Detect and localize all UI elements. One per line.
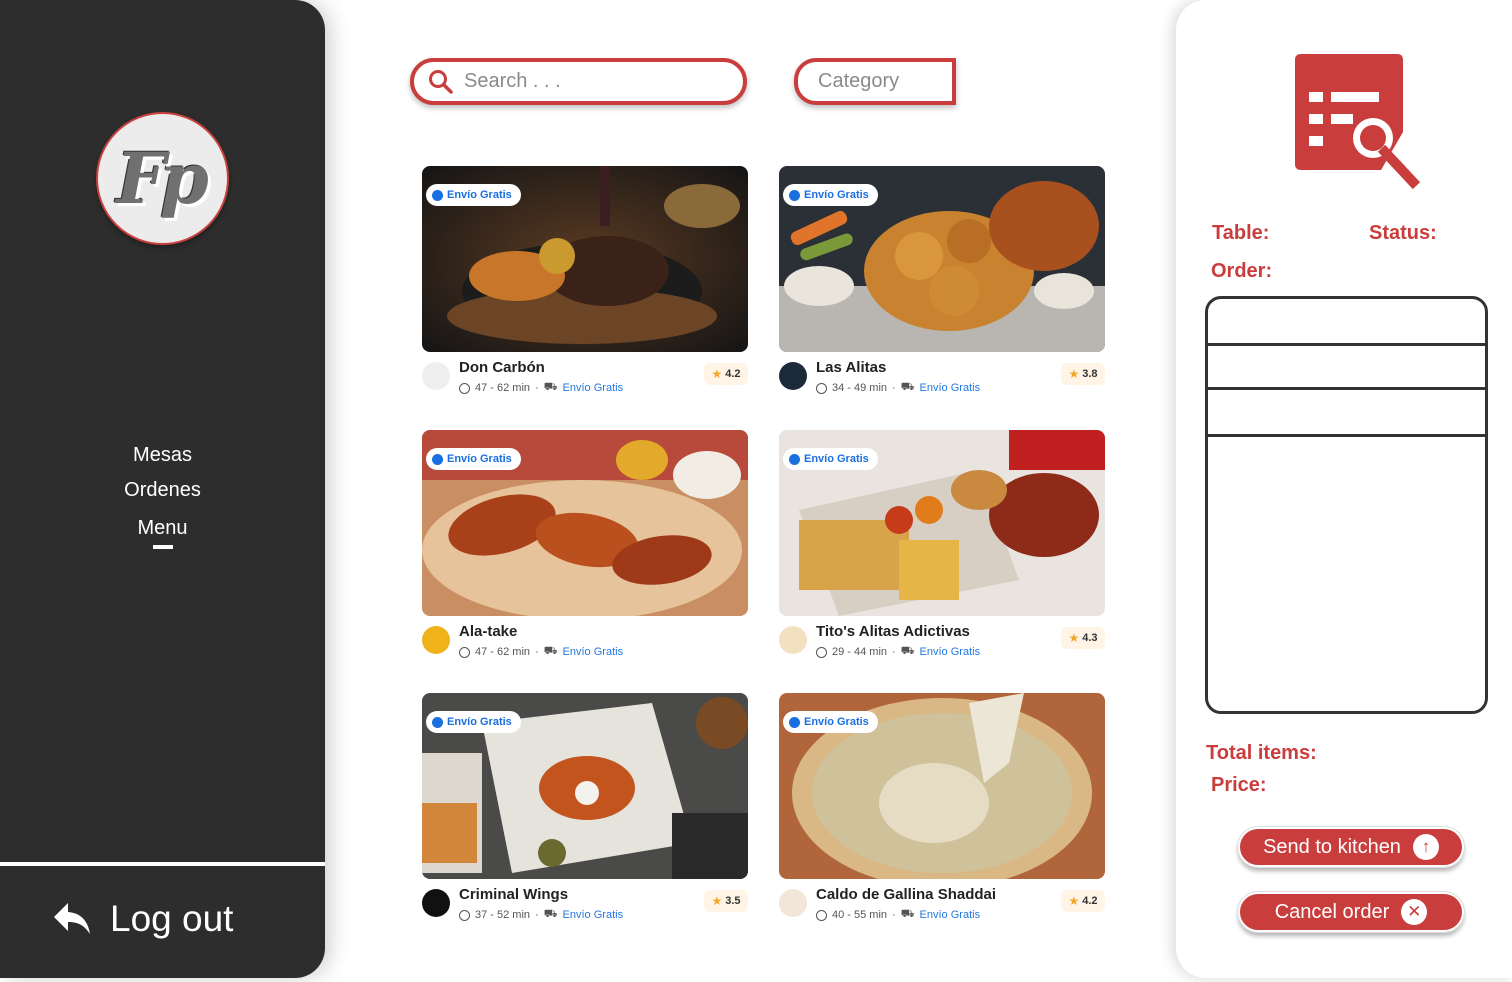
verified-icon <box>432 453 443 465</box>
free-delivery-badge: Envío Gratis <box>783 711 878 733</box>
star-icon: ★ <box>1068 894 1080 908</box>
verified-icon <box>789 189 800 201</box>
clock-icon <box>459 382 470 394</box>
delivery-icon: ⛟ <box>900 645 915 657</box>
clock-icon <box>816 382 827 394</box>
restaurant-name: Ala-take <box>459 623 518 640</box>
restaurant-name: Las Alitas <box>816 359 887 376</box>
delivery-icon: ⛟ <box>543 645 558 657</box>
wings-table-photo: Envío Gratis <box>422 693 748 879</box>
verified-icon <box>432 189 443 201</box>
sidebar-divider <box>0 862 325 866</box>
rating-badge: ★ 4.2 <box>1061 890 1105 912</box>
arrow-up-icon: ↑ <box>1412 834 1439 860</box>
soup-photo: Envío Gratis <box>779 693 1105 879</box>
order-item-row[interactable] <box>1208 346 1485 390</box>
close-icon: ✕ <box>1401 899 1428 925</box>
status-label: Status: <box>1369 222 1437 244</box>
star-icon: ★ <box>1068 631 1080 645</box>
search-icon <box>429 69 453 94</box>
verified-icon <box>789 453 800 465</box>
logout-label: Log out <box>110 898 234 939</box>
total-items-label: Total items: <box>1206 742 1317 764</box>
send-to-kitchen-label: Send to kitchen <box>1263 835 1401 858</box>
restaurant-logo <box>422 362 450 390</box>
order-item-row[interactable] <box>1208 299 1485 346</box>
free-delivery-badge: Envío Gratis <box>783 448 878 470</box>
restaurant-logo <box>779 626 807 654</box>
restaurant-name: Tito's Alitas Adictivas <box>816 623 970 640</box>
rating-badge: ★ 4.3 <box>1061 627 1105 649</box>
clock-icon <box>459 646 470 658</box>
category-label: Category <box>818 70 900 92</box>
delivery-icon: ⛟ <box>900 381 915 393</box>
platter-photo: Envío Gratis <box>779 430 1105 616</box>
restaurant-card[interactable]: Envío Gratis Ala-take 47 - 62 min · ⛟ Envío… <box>422 430 748 670</box>
restaurant-card[interactable]: Envío Gratis Las Alitas 34 - 49 min · ⛟ Env… <box>779 166 1105 406</box>
nav-item-ordenes[interactable]: Ordenes <box>0 479 325 502</box>
order-item-row[interactable] <box>1208 390 1485 437</box>
restaurant-card[interactable]: Envío Gratis Tito's Alitas Adictivas 29 … <box>779 430 1105 670</box>
clock-icon <box>816 646 827 658</box>
logout-button[interactable]: Log out <box>52 898 233 940</box>
sidebar: Fp Mesas Ordenes Menu Log out <box>0 0 325 978</box>
nav-active-indicator <box>153 545 173 549</box>
cancel-order-button[interactable]: Cancel order ✕ <box>1237 891 1465 933</box>
reply-arrow-icon <box>54 903 90 934</box>
restaurant-meta: 34 - 49 min · ⛟ Envío Gratis <box>816 381 980 395</box>
verified-icon <box>789 716 800 728</box>
restaurant-meta: 47 - 62 min · ⛟ Envío Gratis <box>459 645 623 659</box>
clock-icon <box>459 909 470 921</box>
rating-badge: ★ 4.2 <box>704 363 748 385</box>
delivery-icon: ⛟ <box>900 908 915 920</box>
restaurant-logo <box>779 362 807 390</box>
free-delivery-badge: Envío Gratis <box>783 184 878 206</box>
restaurant-card[interactable]: Envío Gratis Don Carbón 47 - 62 min · ⛟ Env… <box>422 166 748 406</box>
order-list-search-icon <box>1295 54 1421 190</box>
order-items-list <box>1205 296 1488 714</box>
search-bar[interactable] <box>410 58 747 105</box>
search-input[interactable] <box>464 70 704 93</box>
price-label: Price: <box>1211 774 1267 796</box>
chicken-photo: Envío Gratis <box>779 166 1105 352</box>
star-icon: ★ <box>711 367 723 381</box>
restaurant-logo <box>422 889 450 917</box>
restaurant-name: Caldo de Gallina Shaddai <box>816 886 997 903</box>
restaurant-card[interactable]: Envío Gratis Caldo de Gallina Shaddai 40… <box>779 693 1105 933</box>
nav-item-menu[interactable]: Menu <box>0 517 325 540</box>
free-delivery-badge: Envío Gratis <box>426 711 521 733</box>
logo-text: Fp <box>116 137 209 220</box>
restaurant-logo <box>422 626 450 654</box>
table-label: Table: <box>1212 222 1270 244</box>
verified-icon <box>432 716 443 728</box>
delivery-icon: ⛟ <box>543 908 558 920</box>
restaurant-card[interactable]: Envío Gratis Criminal Wings 37 - 52 min ·… <box>422 693 748 933</box>
wings-photo: Envío Gratis <box>422 430 748 616</box>
restaurant-meta: 37 - 52 min · ⛟ Envío Gratis <box>459 908 623 922</box>
order-panel: Table: Status: Order: Total items: Price… <box>1176 0 1512 978</box>
rating-badge: ★ 3.5 <box>704 890 748 912</box>
category-dropdown[interactable]: Category <box>794 58 956 105</box>
star-icon: ★ <box>711 894 723 908</box>
restaurant-meta: 40 - 55 min · ⛟ Envío Gratis <box>816 908 980 922</box>
restaurant-meta: 29 - 44 min · ⛟ Envío Gratis <box>816 645 980 659</box>
cancel-order-label: Cancel order <box>1274 900 1390 923</box>
star-icon: ★ <box>1068 367 1080 381</box>
restaurant-name: Criminal Wings <box>459 886 569 903</box>
order-label: Order: <box>1211 260 1273 282</box>
app-logo: Fp <box>96 112 229 245</box>
restaurant-meta: 47 - 62 min · ⛟ Envío Gratis <box>459 381 623 395</box>
restaurant-name: Don Carbón <box>459 359 545 376</box>
clock-icon <box>816 909 827 921</box>
free-delivery-badge: Envío Gratis <box>426 448 521 470</box>
rating-badge: ★ 3.8 <box>1061 363 1105 385</box>
free-delivery-badge: Envío Gratis <box>426 184 521 206</box>
send-to-kitchen-button[interactable]: Send to kitchen ↑ <box>1237 826 1465 868</box>
nav-item-mesas[interactable]: Mesas <box>0 444 325 467</box>
steak-photo: Envío Gratis <box>422 166 748 352</box>
delivery-icon: ⛟ <box>543 381 558 393</box>
restaurant-logo <box>779 889 807 917</box>
